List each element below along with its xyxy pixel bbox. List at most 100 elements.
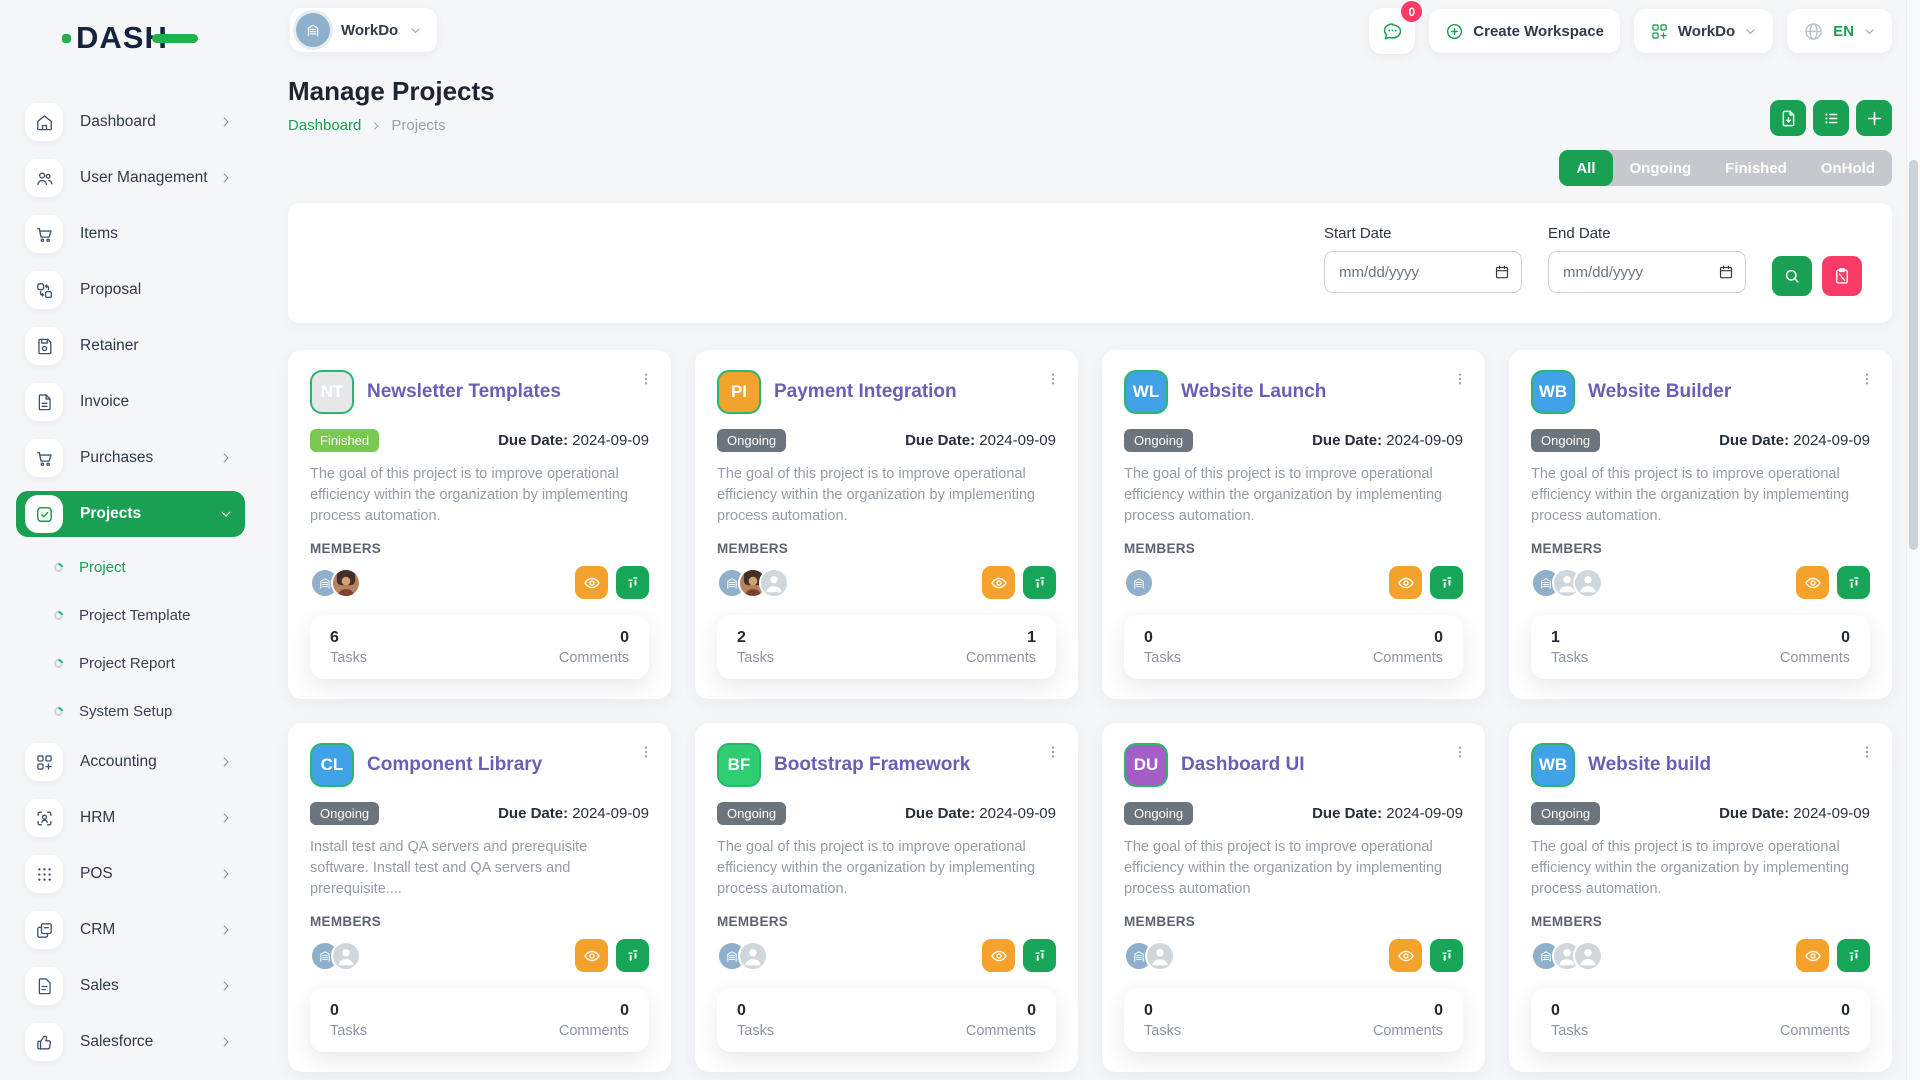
add-project-button[interactable] [1856,100,1892,136]
sidebar-item-proposal[interactable]: Proposal [16,267,245,313]
page-action-buttons [1770,100,1892,136]
progress-button[interactable] [1023,939,1056,972]
project-description: Install test and QA servers and prerequi… [310,837,649,900]
card-menu-button[interactable] [1042,368,1064,390]
start-date-input[interactable] [1324,251,1522,293]
progress-button[interactable] [616,566,649,599]
kebab-icon [1452,371,1468,387]
cart-icon [25,439,63,477]
project-description: The goal of this project is to improve o… [1124,464,1463,527]
filter-tab-ongoing[interactable]: Ongoing [1613,150,1709,186]
progress-button[interactable] [1837,939,1870,972]
view-project-button[interactable] [1389,939,1422,972]
sidebar-item-hrm[interactable]: HRM [16,795,245,841]
due-date-value: 2024-09-09 [1386,805,1463,822]
gantt-icon [1845,574,1863,592]
sidebar-subitem-label: System Setup [79,703,172,720]
card-menu-button[interactable] [1449,368,1471,390]
project-title[interactable]: Website build [1588,754,1711,776]
status-badge: Ongoing [717,802,786,825]
gantt-icon [624,574,642,592]
sidebar-item-accounting[interactable]: Accounting [16,739,245,785]
eye-icon [990,947,1008,965]
sidebar-item-purchases[interactable]: Purchases [16,435,245,481]
due-date-label: Due Date: [1719,432,1789,449]
card-menu-button[interactable] [1042,741,1064,763]
chevron-right-icon [370,120,382,132]
grid-plus-icon [25,743,63,781]
project-title[interactable]: Website Builder [1588,381,1731,403]
list-icon [1822,109,1841,128]
sidebar-subitem-project[interactable]: Project [0,547,265,587]
card-menu-button[interactable] [635,741,657,763]
sidebar-subitem-project-report[interactable]: Project Report [0,643,265,683]
eye-icon [1397,574,1415,592]
breadcrumb-dashboard-link[interactable]: Dashboard [288,117,361,134]
progress-button[interactable] [1023,566,1056,599]
project-avatar: NT [310,370,354,414]
sidebar-item-user-management[interactable]: User Management [16,155,245,201]
progress-button[interactable] [1837,566,1870,599]
list-view-button[interactable] [1813,100,1849,136]
member-avatars [717,568,780,598]
sidebar-item-salesforce[interactable]: Salesforce [16,1019,245,1065]
project-card: WB Website Builder Ongoing Due Date: 202… [1509,350,1892,699]
page-scrollbar [1906,0,1920,1080]
member-avatar-placeholder [738,941,768,971]
filter-tab-all[interactable]: All [1559,150,1612,186]
project-title[interactable]: Newsletter Templates [367,381,561,403]
search-button[interactable] [1772,256,1812,296]
filter-tab-finished[interactable]: Finished [1708,150,1804,186]
project-title[interactable]: Component Library [367,754,542,776]
filter-tab-onhold[interactable]: OnHold [1804,150,1892,186]
project-title[interactable]: Website Launch [1181,381,1326,403]
card-menu-button[interactable] [635,368,657,390]
checkbox-icon [25,495,63,533]
end-date-input[interactable] [1548,251,1746,293]
sidebar-subitem-project-template[interactable]: Project Template [0,595,265,635]
sidebar-item-crm[interactable]: CRM [16,907,245,953]
sidebar-item-items[interactable]: Items [16,211,245,257]
project-description: The goal of this project is to improve o… [1124,837,1463,900]
view-project-button[interactable] [1389,566,1422,599]
view-project-button[interactable] [575,939,608,972]
sidebar-item-projects[interactable]: Projects [16,491,245,537]
gantt-icon [1438,947,1456,965]
project-title[interactable]: Dashboard UI [1181,754,1305,776]
scrollbar-thumb[interactable] [1909,160,1918,550]
due-date-label: Due Date: [1312,432,1382,449]
progress-button[interactable] [1430,939,1463,972]
project-title[interactable]: Payment Integration [774,381,957,403]
view-project-button[interactable] [982,566,1015,599]
brand-logo[interactable]: DASH [62,20,198,56]
chevron-right-icon [219,171,233,185]
sidebar-item-retainer[interactable]: Retainer [16,323,245,369]
progress-button[interactable] [616,939,649,972]
project-title[interactable]: Bootstrap Framework [774,754,970,776]
sidebar-item-invoice[interactable]: Invoice [16,379,245,425]
card-menu-button[interactable] [1449,741,1471,763]
sidebar-item-sales[interactable]: Sales [16,963,245,1009]
view-project-button[interactable] [1796,566,1829,599]
view-project-button[interactable] [982,939,1015,972]
sidebar-item-dashboard[interactable]: Dashboard [16,99,245,145]
due-date-label: Due Date: [498,432,568,449]
kebab-icon [1452,744,1468,760]
sidebar-item-pos[interactable]: POS [16,851,245,897]
card-menu-button[interactable] [1856,741,1878,763]
sidebar-subitem-system-setup[interactable]: System Setup [0,691,265,731]
search-icon [1783,267,1801,285]
card-menu-button[interactable] [1856,368,1878,390]
member-avatars [310,568,352,598]
view-project-button[interactable] [575,566,608,599]
members-label: MEMBERS [310,914,649,929]
progress-button[interactable] [1430,566,1463,599]
due-date-value: 2024-09-09 [1386,432,1463,449]
members-label: MEMBERS [717,914,1056,929]
comments-label: Comments [1373,650,1443,666]
view-project-button[interactable] [1796,939,1829,972]
reset-filter-button[interactable] [1822,256,1862,296]
export-button[interactable] [1770,100,1806,136]
due-date-label: Due Date: [1719,805,1789,822]
tasks-label: Tasks [330,1023,367,1039]
